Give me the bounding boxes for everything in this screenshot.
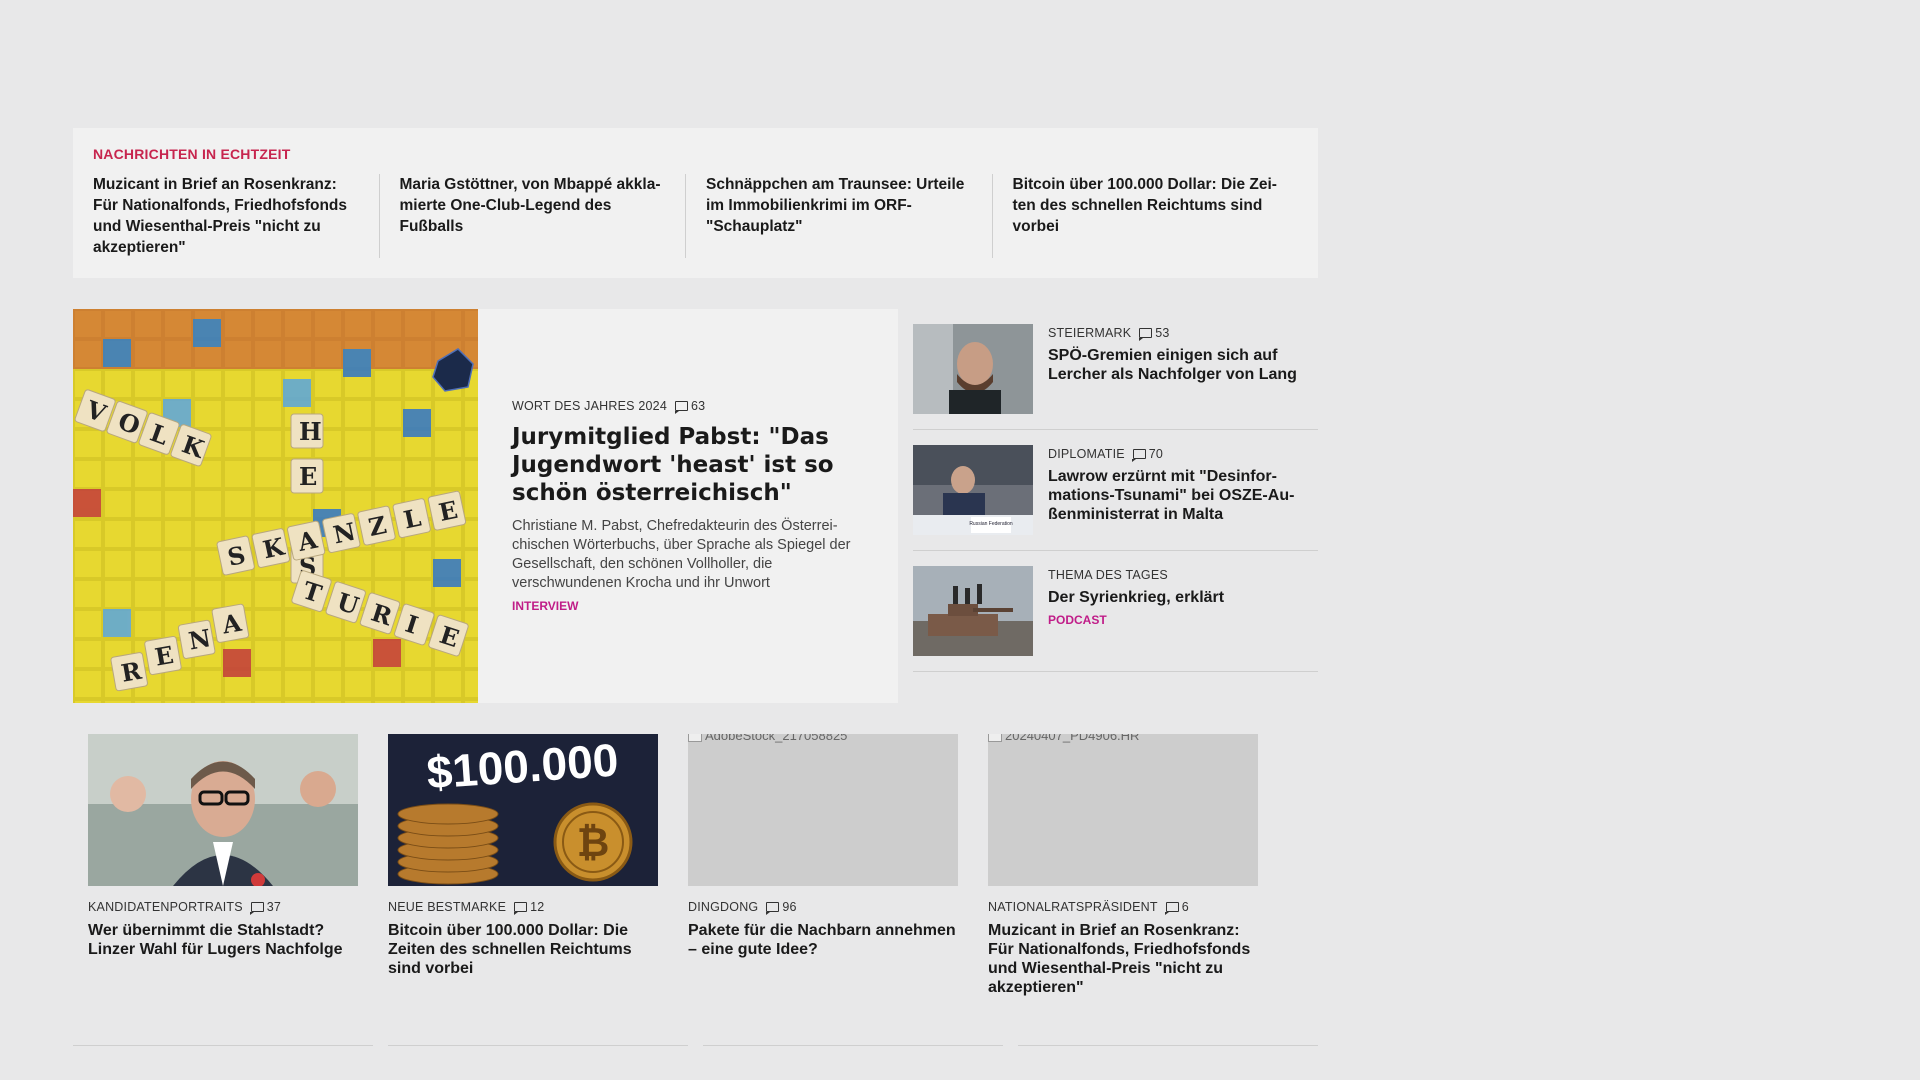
side-article-text: STEIERMARK 53 SPÖ-Gremien einigen sich a…: [1048, 324, 1318, 414]
scrabble-board-illustration: H E S V O L K S K A N Z L E R E N A T U …: [73, 309, 478, 703]
side-article-thumbnail-tank: [913, 566, 1033, 656]
article-card[interactable]: 20240407_PD4906.HR NATIONALRATSPRÄSIDENT…: [988, 734, 1258, 997]
comment-count[interactable]: 6: [1165, 900, 1189, 915]
alt-label: 20240407_PD4906.HR: [1005, 734, 1140, 743]
hero-teaser: Christiane M. Pabst, Chefredakteurin des…: [512, 518, 851, 591]
comment-count[interactable]: 37: [250, 900, 282, 915]
divider: [73, 1045, 373, 1046]
card-image-portrait: [88, 734, 358, 886]
bitcoin-icon: ₿: [577, 820, 610, 866]
comment-icon: [1138, 328, 1153, 341]
page: NACHRICHTEN IN ECHTZEIT Muzicant in Brie…: [0, 0, 1920, 1080]
ticker-list: Muzicant in Brief an Rosenkranz: Für Nat…: [93, 174, 1298, 258]
realtime-news-ticker: NACHRICHTEN IN ECHTZEIT Muzicant in Brie…: [73, 128, 1318, 278]
side-article-kicker: DIPLOMATIE 70: [1048, 447, 1318, 462]
image-alt-text: 20240407_PD4906.HR: [988, 734, 1139, 743]
card-kicker: NEUE BESTMARKE 12: [388, 900, 658, 915]
side-article-title[interactable]: Der Syrienkrieg, erklärt: [1048, 588, 1318, 607]
article-card[interactable]: AdobeStock_217058825 DINGDONG 96 Pakete …: [688, 734, 958, 997]
kicker-label: DIPLOMATIE: [1048, 447, 1125, 461]
comment-count[interactable]: 63: [674, 399, 706, 414]
ticker-item[interactable]: Schnäppchen am Traunsee: Urteile im Immo…: [685, 174, 992, 258]
image-alt-text: AdobeStock_217058825: [688, 734, 847, 743]
kicker-label: THEMA DES TAGES: [1048, 568, 1168, 582]
kicker-label: DINGDONG: [688, 900, 759, 914]
comment-count[interactable]: 53: [1138, 326, 1170, 341]
hero-kicker: WORT DES JAHRES 2024 63: [512, 399, 864, 414]
kicker-label: KANDIDATENPORTRAITS: [88, 900, 243, 914]
hero-article[interactable]: H E S V O L K S K A N Z L E R E N A T U …: [73, 309, 898, 703]
svg-text:H: H: [299, 417, 322, 446]
ticker-item[interactable]: Bitcoin über 100.000 Dollar: Die Zei­ten…: [991, 174, 1299, 258]
card-title[interactable]: Wer übernimmt die Stahlstadt? Linzer Wah…: [88, 921, 358, 959]
comment-count-value: 6: [1181, 900, 1189, 914]
divider: [703, 1045, 1003, 1046]
card-kicker: DINGDONG 96: [688, 900, 958, 915]
card-separators: [73, 1045, 1318, 1046]
hero-image-scrabble: H E S V O L K S K A N Z L E R E N A T U …: [73, 309, 478, 703]
comment-icon: [1165, 902, 1179, 915]
article-card-row: KANDIDATENPORTRAITS 37 Wer übernimmt die…: [73, 734, 1318, 997]
kicker-label: NATIONALRATSPRÄSIDENT: [988, 900, 1158, 914]
card-kicker: KANDIDATENPORTRAITS 37: [88, 900, 358, 915]
divider: [388, 1045, 688, 1046]
card-kicker: NATIONALRATSPRÄSIDENT 6: [988, 900, 1258, 915]
card-title[interactable]: Muzicant in Brief an Rosenkranz: Für Nat…: [988, 921, 1258, 997]
hero-tag: INTERVIEW: [512, 599, 579, 613]
ticker-item[interactable]: Muzicant in Brief an Rosenkranz: Für Nat…: [93, 174, 379, 258]
comment-count-value: 70: [1148, 447, 1164, 461]
comment-count[interactable]: 96: [765, 900, 797, 915]
side-article-tag: PODCAST: [1048, 613, 1107, 627]
side-article-list: STEIERMARK 53 SPÖ-Gremien einigen sich a…: [913, 309, 1318, 672]
kicker-label: NEUE BESTMARKE: [388, 900, 507, 914]
kicker-label: STEIERMARK: [1048, 326, 1132, 340]
ticker-title: NACHRICHTEN IN ECHTZEIT: [93, 146, 291, 162]
comment-count-value: 37: [266, 900, 282, 914]
broken-image-icon: [688, 734, 702, 742]
side-article-kicker: STEIERMARK 53: [1048, 326, 1318, 341]
side-article[interactable]: STEIERMARK 53 SPÖ-Gremien einigen sich a…: [913, 309, 1318, 430]
side-article[interactable]: THEMA DES TAGES Der Syrienkrieg, erklärt…: [913, 551, 1318, 672]
side-article-thumbnail-portrait: [913, 324, 1033, 414]
broken-image-icon: [988, 734, 1002, 742]
comment-count-value: 96: [782, 900, 797, 914]
card-title[interactable]: Pakete für die Nachbarn annehmen – eine …: [688, 921, 958, 959]
side-article-kicker: THEMA DES TAGES: [1048, 568, 1318, 582]
card-image-bitcoin: $100.000 ₿: [388, 734, 658, 886]
comment-count-value: 12: [530, 900, 545, 914]
card-title[interactable]: Bitcoin über 100.000 Dollar: Die Zeiten …: [388, 921, 658, 978]
hero-text: WORT DES JAHRES 2024 63 Jurymitglied Pab…: [478, 309, 898, 703]
comment-count[interactable]: 12: [513, 900, 545, 915]
side-article-text: THEMA DES TAGES Der Syrienkrieg, erklärt…: [1048, 566, 1318, 656]
alt-label: AdobeStock_217058825: [705, 734, 848, 743]
card-image-broken: AdobeStock_217058825: [688, 734, 958, 886]
side-article-title[interactable]: Lawrow erzürnt mit "Desinfor­mations-Tsu…: [1048, 467, 1318, 524]
comment-icon: [765, 902, 780, 915]
comment-icon: [250, 902, 264, 915]
side-article-text: DIPLOMATIE 70 Lawrow erzürnt mit "Desinf…: [1048, 445, 1318, 535]
side-article-title[interactable]: SPÖ-Gremien einigen sich auf Lercher als…: [1048, 346, 1318, 384]
comment-icon: [674, 401, 688, 414]
card-image-broken: 20240407_PD4906.HR: [988, 734, 1258, 886]
divider: [1018, 1045, 1318, 1046]
comment-count-value: 53: [1155, 326, 1170, 340]
nameplate-label: Russian Federation: [969, 521, 1013, 527]
ticker-item[interactable]: Maria Gstöttner, von Mbappé akkla­mierte…: [378, 174, 686, 258]
comment-icon: [513, 902, 528, 915]
hero-title[interactable]: Jurymitglied Pabst: "Das Jugendwort 'hea…: [512, 423, 864, 507]
side-article[interactable]: Russian Federation DIPLOMATIE 70 Lawrow …: [913, 430, 1318, 551]
svg-text:E: E: [299, 462, 317, 491]
comment-count-value: 63: [690, 399, 706, 413]
article-card[interactable]: $100.000 ₿ NEUE BESTMARKE 12 Bitcoin übe…: [388, 734, 658, 997]
comment-count[interactable]: 70: [1132, 447, 1164, 462]
comment-icon: [1132, 449, 1146, 462]
hero-kicker-label: WORT DES JAHRES 2024: [512, 399, 667, 413]
article-card[interactable]: KANDIDATENPORTRAITS 37 Wer übernimmt die…: [88, 734, 358, 997]
side-article-thumbnail-diplomat: Russian Federation: [913, 445, 1033, 535]
